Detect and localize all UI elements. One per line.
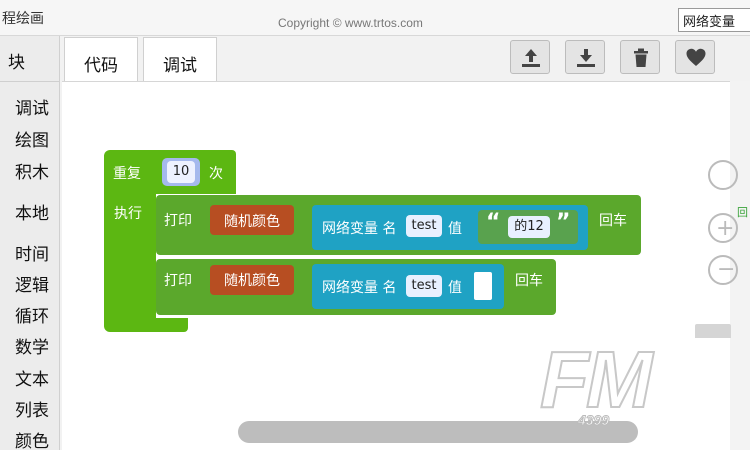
watermark-sub: 4399 [577,412,610,429]
upload-button[interactable] [510,40,550,74]
blocks-header: 块 [0,36,60,82]
recenter-icon[interactable] [708,160,738,190]
repeat-block-footer [104,318,188,332]
app-title: 程绘画 [2,11,44,27]
category-blocks[interactable]: 积木 [15,158,49,183]
trash-icon [634,48,648,67]
empty-value-socket[interactable] [474,272,492,300]
category-color[interactable]: 颜色 [15,427,49,450]
favorite-button[interactable] [675,40,715,74]
tab-debug-label: 调试 [163,56,197,76]
netvar-value-label-1: 值 [448,221,462,237]
tab-code[interactable]: 代码 [64,37,138,81]
netvar-name-field-1[interactable]: test [406,215,442,237]
netvar-prefix-1: 网络变量 名 [322,221,397,237]
newline-label-1: 回车 [599,213,627,229]
heart-icon [686,48,706,66]
top-bar: 程绘画 Copyright © www.trtos.com 网络变量 [0,0,750,36]
netvar-prefix-2: 网络变量 名 [322,280,397,296]
category-local[interactable]: 本地 [15,199,49,224]
random-color-label-1: 随机颜色 [224,214,280,230]
repeat-label: 重复 [113,166,141,182]
top-search-input[interactable]: 网络变量 [678,8,750,32]
quote-open-icon: “ [486,210,501,235]
random-color-label-2: 随机颜色 [224,273,280,289]
tab-code-label: 代码 [84,56,118,76]
delete-button[interactable] [620,40,660,74]
netvar-name-field-2[interactable]: test [406,275,442,297]
zoom-out-icon[interactable]: − [708,255,738,285]
blocks-panel: 块 调试 绘图 积木 本地 时间 逻辑 循环 数学 文本 列表 颜色 [0,36,60,450]
upload-icon [522,49,540,67]
category-text[interactable]: 文本 [15,365,49,390]
quote-close-icon: ” [556,210,571,235]
category-math[interactable]: 数学 [15,333,49,358]
download-button[interactable] [565,40,605,74]
download-icon [577,49,595,67]
repeat-count-field[interactable]: 10 [167,161,195,183]
newline-label-2: 回车 [515,273,543,289]
copyright-text: Copyright © www.trtos.com [278,16,423,30]
category-loop[interactable]: 循环 [15,302,49,327]
category-draw[interactable]: 绘图 [15,126,49,151]
side-label: 回 [737,206,748,219]
print-label-2: 打印 [164,273,192,289]
text-value-field[interactable]: 的12 [508,216,550,238]
category-debug[interactable]: 调试 [15,94,49,119]
repeat-count-slot: 10 [162,158,200,186]
category-logic[interactable]: 逻辑 [15,271,49,296]
print-label-1: 打印 [164,213,192,229]
netvar-value-label-2: 值 [448,280,462,296]
workspace-trash-icon[interactable] [695,324,731,338]
zoom-in-icon[interactable]: + [708,213,738,243]
blocks-header-label: 块 [8,53,25,73]
exec-label: 执行 [114,206,142,222]
category-list[interactable]: 列表 [15,396,49,421]
tab-debug[interactable]: 调试 [143,37,217,81]
repeat-unit: 次 [209,166,223,182]
category-time[interactable]: 时间 [15,240,49,265]
